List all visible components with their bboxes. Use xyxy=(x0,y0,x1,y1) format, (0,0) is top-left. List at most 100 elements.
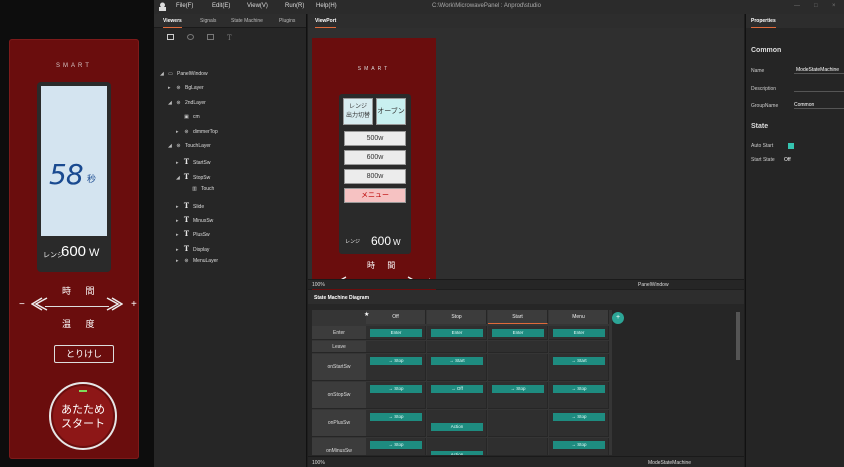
expand-arrow-icon[interactable]: ▸ xyxy=(168,85,175,91)
viewport-current-layer[interactable]: PanelWindow xyxy=(638,282,669,288)
oven-tile[interactable]: オーブン xyxy=(376,98,406,125)
transition-chip[interactable]: → Off xyxy=(431,385,483,393)
transition-cell[interactable]: → Stop xyxy=(549,382,609,409)
transition-cell[interactable] xyxy=(488,341,548,353)
expand-arrow-icon[interactable]: ◢ xyxy=(176,175,183,181)
transition-chip[interactable]: → Stop xyxy=(553,385,605,393)
transition-cell[interactable] xyxy=(549,341,609,353)
transition-cell[interactable] xyxy=(488,438,548,455)
tree-item-minussw[interactable]: ▸ T MinusSw xyxy=(176,215,213,224)
window-icon[interactable] xyxy=(167,34,174,40)
transition-chip[interactable]: → Stop xyxy=(553,441,605,449)
transition-cell[interactable]: Action xyxy=(427,438,487,455)
transition-chip[interactable]: Enter xyxy=(492,329,544,337)
minimize-button[interactable]: — xyxy=(794,3,800,9)
expand-arrow-icon[interactable]: ▸ xyxy=(176,247,183,253)
tab-viewport[interactable]: ViewPort xyxy=(315,18,337,28)
tree-item-display[interactable]: ▸ T Display xyxy=(176,244,209,253)
layer-icon[interactable] xyxy=(187,34,194,40)
power-600w-button[interactable]: 600w xyxy=(344,150,406,165)
text-icon[interactable]: T xyxy=(227,34,234,42)
menu-file[interactable]: File(F) xyxy=(176,3,193,9)
tree-item-dimmertop[interactable]: ▸ ⊛ dimmerTop xyxy=(176,129,218,138)
tree-item-cm[interactable]: ▣ cm xyxy=(176,114,200,123)
menu-button[interactable]: メニュー xyxy=(344,188,406,203)
maximize-button[interactable]: □ xyxy=(814,3,818,9)
tree-item-panelwindow[interactable]: ◢ ▭ PanelWindow xyxy=(160,71,208,80)
expand-arrow-icon[interactable]: ◢ xyxy=(160,71,167,77)
menu-view[interactable]: View(V) xyxy=(247,3,268,9)
menu-edit[interactable]: Edit(E) xyxy=(212,3,230,9)
image-icon[interactable] xyxy=(207,34,214,40)
tab-viewers[interactable]: Viewers xyxy=(163,18,182,28)
transition-chip[interactable]: Enter xyxy=(370,329,422,337)
action-chip[interactable]: Action xyxy=(431,423,483,431)
transition-chip[interactable]: → Start xyxy=(431,357,483,365)
expand-arrow-icon[interactable]: ▸ xyxy=(176,129,183,135)
transition-chip[interactable]: → Stop xyxy=(370,357,422,365)
transition-cell[interactable] xyxy=(427,341,487,353)
event-row-enter[interactable]: Enter xyxy=(312,326,366,340)
action-chip[interactable]: Action xyxy=(431,451,483,455)
tree-item-startsw[interactable]: ▸ T StartSw xyxy=(176,157,211,166)
transition-cell[interactable]: → Stop xyxy=(366,354,426,381)
viewport-zoom[interactable]: 100% xyxy=(312,282,325,288)
transition-cell[interactable]: Action xyxy=(427,410,487,437)
state-column-off[interactable]: Off xyxy=(366,310,426,324)
event-row-onstartsw[interactable]: onStartSw xyxy=(312,354,366,381)
power-500w-button[interactable]: 500w xyxy=(344,131,406,146)
transition-cell[interactable]: → Stop xyxy=(549,410,609,437)
slider-track[interactable] xyxy=(45,306,109,307)
tree-item-menulayer[interactable]: ▸ ⊛ MenuLayer xyxy=(176,258,218,267)
transition-chip[interactable]: → Stop xyxy=(492,385,544,393)
transition-cell[interactable]: Enter xyxy=(427,326,487,340)
transition-cell[interactable] xyxy=(488,410,548,437)
slider-left-arrow-icon[interactable] xyxy=(31,297,49,311)
menu-run[interactable]: Run(R) xyxy=(285,3,304,9)
startstate-value[interactable]: Off xyxy=(784,157,791,163)
transition-cell[interactable] xyxy=(366,341,426,353)
tab-state-machine[interactable]: State Machine xyxy=(231,18,263,24)
transition-cell[interactable]: → Start xyxy=(549,354,609,381)
smd-machine-name[interactable]: ModeStateMachine xyxy=(648,460,691,466)
state-column-menu[interactable]: Menu xyxy=(549,310,609,324)
menu-help[interactable]: Help(H) xyxy=(316,3,337,9)
tab-plugins[interactable]: Plugins xyxy=(279,18,295,24)
transition-chip[interactable]: → Stop xyxy=(370,385,422,393)
transition-cell[interactable]: Enter xyxy=(366,326,426,340)
start-button[interactable]: あたため スタート xyxy=(53,386,113,446)
state-column-start[interactable]: Start xyxy=(488,310,548,324)
smd-zoom[interactable]: 100% xyxy=(312,460,325,466)
transition-chip[interactable]: → Stop xyxy=(370,441,422,449)
transition-chip[interactable]: → Start xyxy=(553,357,605,365)
expand-arrow-icon[interactable]: ◢ xyxy=(168,143,175,149)
tree-item-slide[interactable]: ▸ T Slide xyxy=(176,201,204,210)
expand-arrow-icon[interactable]: ▸ xyxy=(176,204,183,210)
vertical-scrollbar[interactable] xyxy=(736,312,740,360)
tree-item-touch[interactable]: ▥ Touch xyxy=(184,186,214,195)
transition-cell[interactable]: → Off xyxy=(427,382,487,409)
minus-button[interactable]: − xyxy=(19,299,25,310)
transition-cell[interactable]: Enter xyxy=(549,326,609,340)
expand-arrow-icon[interactable]: ▸ xyxy=(176,160,183,166)
transition-chip[interactable]: → Stop xyxy=(370,413,422,421)
transition-cell[interactable]: → Start xyxy=(427,354,487,381)
expand-arrow-icon[interactable]: ▸ xyxy=(176,232,183,238)
groupname-field[interactable]: Common xyxy=(794,101,844,109)
tab-state-machine-diagram[interactable]: State Machine Diagram xyxy=(314,295,369,301)
name-field[interactable]: ModeStateMachine xyxy=(794,66,844,74)
transition-cell[interactable]: → Stop xyxy=(366,382,426,409)
power-800w-button[interactable]: 800w xyxy=(344,169,406,184)
add-state-button[interactable]: + xyxy=(612,312,624,324)
transition-cell[interactable]: → Stop xyxy=(366,410,426,437)
transition-chip[interactable]: Enter xyxy=(553,329,605,337)
description-field[interactable] xyxy=(794,84,844,92)
range-output-tile[interactable]: レンジ 出力切替 xyxy=(343,98,373,125)
event-row-onminussw[interactable]: onMinusSw xyxy=(312,438,366,455)
autostart-checkbox[interactable] xyxy=(788,143,794,149)
expand-arrow-icon[interactable]: ◢ xyxy=(168,100,175,106)
expand-arrow-icon[interactable]: ▸ xyxy=(176,218,183,224)
transition-cell[interactable]: → Stop xyxy=(366,438,426,455)
transition-cell[interactable]: → Stop xyxy=(488,382,548,409)
event-row-onstopsw[interactable]: onStopSw xyxy=(312,382,366,409)
